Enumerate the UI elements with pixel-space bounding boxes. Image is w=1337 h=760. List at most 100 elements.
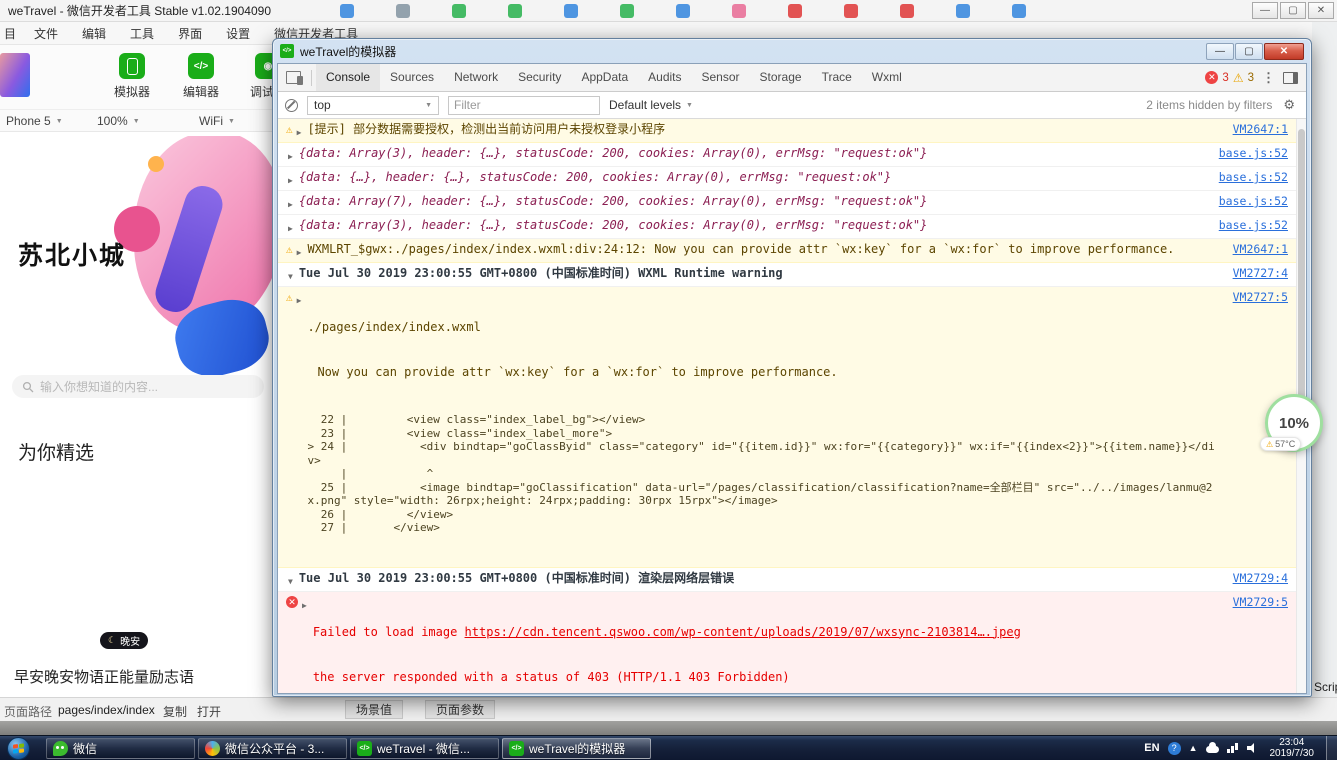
expand-arrow-icon[interactable]: ▶ xyxy=(288,149,293,164)
taskbar-clock[interactable]: 23:04 2019/7/30 xyxy=(1270,737,1315,760)
minimize-icon[interactable]: — xyxy=(1252,2,1278,19)
source-link[interactable]: VM2647:1 xyxy=(1221,242,1288,257)
card-caption[interactable]: 早安晚安物语正能量励志语 xyxy=(14,666,194,687)
menu-item-interface[interactable]: 界面 xyxy=(166,25,214,42)
taskbar-button-wetravel-simulator[interactable]: </> weTravel的模拟器 xyxy=(502,738,651,759)
execution-context-selector[interactable]: top ▼ xyxy=(307,95,439,115)
close-icon[interactable]: ✕ xyxy=(1308,2,1334,19)
failed-image-url[interactable]: https://cdn.tencent.qswoo.com/wp-content… xyxy=(465,625,1021,639)
toolbar-button-simulator[interactable]: 模拟器 xyxy=(103,53,161,100)
more-options-icon[interactable]: ⋮ xyxy=(1254,70,1283,86)
browser-icon xyxy=(205,741,220,756)
source-link[interactable]: base.js:52 xyxy=(1207,170,1288,185)
console-filter-input[interactable] xyxy=(448,95,600,115)
menu-item-file[interactable]: 文件 xyxy=(22,25,70,42)
background-tab-icon xyxy=(844,4,858,18)
expand-arrow-icon[interactable]: ▶ xyxy=(297,125,302,140)
expand-arrow-icon[interactable]: ▶ xyxy=(297,293,302,308)
taskbar-button-wetravel-ide[interactable]: </> weTravel - 微信... xyxy=(350,738,499,759)
error-count: 3 xyxy=(1222,71,1229,84)
console-settings-icon[interactable]: ⚙ xyxy=(1283,97,1295,113)
source-link[interactable]: base.js:52 xyxy=(1207,146,1288,161)
tab-appdata[interactable]: AppData xyxy=(571,64,638,91)
user-avatar[interactable] xyxy=(0,53,30,97)
source-link[interactable]: base.js:52 xyxy=(1207,194,1288,209)
error-icon: ✕ xyxy=(286,595,298,608)
warning-icon: ⚠ xyxy=(286,243,293,256)
menu-item-tools[interactable]: 工具 xyxy=(118,25,166,42)
source-link[interactable]: VM2729:4 xyxy=(1221,571,1288,586)
open-button[interactable]: 打开 xyxy=(197,703,221,720)
tab-security[interactable]: Security xyxy=(508,64,571,91)
code-icon: </> xyxy=(188,53,214,79)
maximize-icon[interactable]: ▢ xyxy=(1235,42,1263,60)
source-link[interactable]: VM2727:5 xyxy=(1221,290,1288,305)
console-group-row: ▼ Tue Jul 30 2019 23:00:55 GMT+0800 (中国标… xyxy=(278,568,1306,592)
minimize-icon[interactable]: — xyxy=(1206,42,1234,60)
toolbar-button-editor[interactable]: </> 编辑器 xyxy=(172,53,230,100)
taskbar-button-mp-platform[interactable]: 微信公众平台 - 3... xyxy=(198,738,347,759)
devtools-titlebar[interactable]: </> weTravel的模拟器 — ▢ ✕ xyxy=(277,39,1307,63)
background-tab-icon xyxy=(620,4,634,18)
scrollbar-thumb[interactable] xyxy=(1298,129,1305,419)
device-selector[interactable]: Phone 5 ▼ xyxy=(6,114,63,128)
tab-sources[interactable]: Sources xyxy=(380,64,444,91)
copy-button[interactable]: 复制 xyxy=(163,703,187,720)
chevron-down-icon: ▼ xyxy=(425,101,432,109)
background-tab-icon xyxy=(1012,4,1026,18)
device-inspect-icon[interactable] xyxy=(286,70,303,85)
menu-item-project[interactable]: 目 xyxy=(0,25,22,42)
tab-audits[interactable]: Audits xyxy=(638,64,691,91)
collapse-arrow-icon[interactable]: ▼ xyxy=(288,574,293,589)
expand-arrow-icon[interactable]: ▶ xyxy=(297,245,302,260)
warning-icon: ⚠ xyxy=(286,291,293,304)
log-levels-selector[interactable]: Default levels ▼ xyxy=(609,98,693,112)
tab-page-params[interactable]: 页面参数 xyxy=(425,700,496,719)
taskbar-button-wechat[interactable]: 微信 xyxy=(46,738,195,759)
tab-network[interactable]: Network xyxy=(444,64,508,91)
maximize-icon[interactable]: ▢ xyxy=(1280,2,1306,19)
expand-arrow-icon[interactable]: ▶ xyxy=(288,221,293,236)
source-link[interactable]: VM2729:5 xyxy=(1221,595,1288,610)
language-indicator[interactable]: EN xyxy=(1144,742,1159,754)
code-line: > 24 | <div bindtap="goClassByid" class=… xyxy=(307,440,1215,467)
expand-arrow-icon[interactable]: ▶ xyxy=(288,173,293,188)
start-button[interactable] xyxy=(7,737,30,760)
tab-scene-value[interactable]: 场景值 xyxy=(345,700,404,719)
background-tab-icon xyxy=(900,4,914,18)
memory-monitor-widget[interactable]: 10% ⚠ 57°C xyxy=(1260,394,1323,452)
collapse-arrow-icon[interactable]: ▼ xyxy=(288,269,293,284)
expand-arrow-icon[interactable]: ▶ xyxy=(302,598,307,613)
menu-item-settings[interactable]: 设置 xyxy=(214,25,262,42)
network-selector[interactable]: WiFi ▼ xyxy=(199,114,235,128)
search-input[interactable]: 输入你想知道的内容... xyxy=(12,375,264,398)
memory-percent: 10% xyxy=(1278,414,1310,432)
console-issue-badges[interactable]: ✕ 3 ⚠ 3 xyxy=(1205,71,1254,85)
code-line: 27 | </view> xyxy=(307,521,440,534)
tab-console[interactable]: Console xyxy=(316,64,381,91)
source-link[interactable]: VM2727:4 xyxy=(1221,266,1288,281)
network-icon[interactable] xyxy=(1226,743,1239,753)
expand-arrow-icon[interactable]: ▶ xyxy=(288,197,293,212)
tab-wxml[interactable]: Wxml xyxy=(862,64,912,91)
show-desktop-button[interactable] xyxy=(1326,736,1337,760)
menu-item-edit[interactable]: 编辑 xyxy=(70,25,118,42)
volume-icon[interactable] xyxy=(1246,743,1258,753)
clock-date: 2019/7/30 xyxy=(1269,748,1315,759)
zoom-selector[interactable]: 100% ▼ xyxy=(97,114,140,128)
tab-storage[interactable]: Storage xyxy=(750,64,812,91)
help-icon[interactable]: ? xyxy=(1167,741,1181,755)
tab-trace[interactable]: Trace xyxy=(812,64,862,91)
source-link[interactable]: VM2647:1 xyxy=(1221,122,1288,137)
night-badge[interactable]: ☾ 晚安 xyxy=(100,632,149,649)
hidden-icons-arrow[interactable]: ▲ xyxy=(1189,743,1198,753)
page-path-label: 页面路径 xyxy=(4,705,53,719)
clear-console-icon[interactable] xyxy=(285,98,298,112)
console-log-area: ⚠ ▶ [提示] 部分数据需要授权，检测出当前访问用户未授权登录小程序 VM26… xyxy=(278,119,1306,693)
source-link[interactable]: base.js:52 xyxy=(1207,218,1288,233)
tab-sensor[interactable]: Sensor xyxy=(692,64,750,91)
cloud-icon[interactable] xyxy=(1205,742,1219,753)
code-line: 26 | </view> xyxy=(307,507,454,521)
dock-panel-icon[interactable] xyxy=(1283,71,1298,84)
close-icon[interactable]: ✕ xyxy=(1264,42,1304,60)
